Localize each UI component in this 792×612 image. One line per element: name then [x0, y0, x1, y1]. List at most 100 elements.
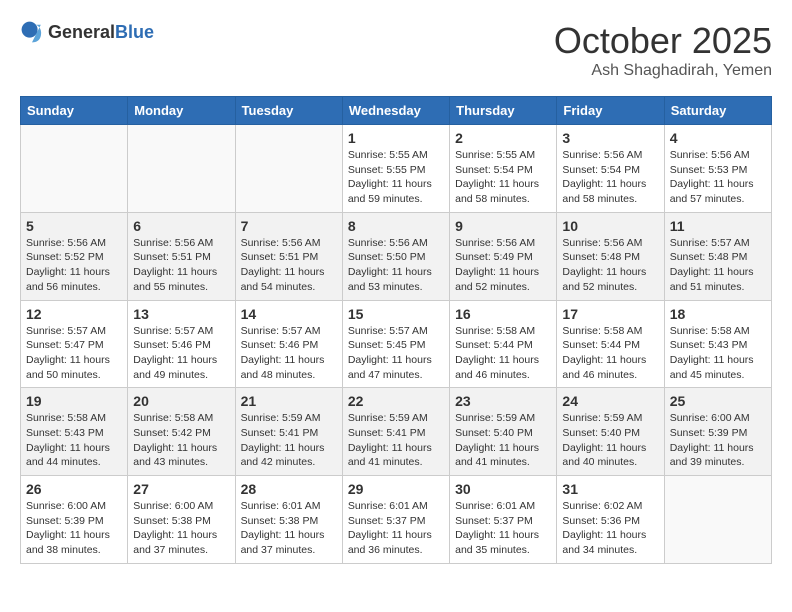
- day-info: Sunrise: 5:59 AM Sunset: 5:40 PM Dayligh…: [455, 411, 551, 470]
- day-number: 2: [455, 130, 551, 146]
- weekday-header: Monday: [128, 97, 235, 125]
- day-info: Sunrise: 5:59 AM Sunset: 5:41 PM Dayligh…: [348, 411, 444, 470]
- calendar-day-cell: 3Sunrise: 5:56 AM Sunset: 5:54 PM Daylig…: [557, 125, 664, 213]
- day-info: Sunrise: 5:57 AM Sunset: 5:48 PM Dayligh…: [670, 236, 766, 295]
- calendar-day-cell: 16 Sunrise: 5:58 AM Sunset: 5:44 PM Dayli…: [450, 300, 557, 388]
- day-info: Sunrise: 6:01 AM Sunset: 5:37 PM Dayligh…: [348, 499, 444, 558]
- calendar-day-cell: 8Sunrise: 5:56 AM Sunset: 5:50 PM Daylig…: [342, 212, 449, 300]
- day-info: Sunrise: 5:58 AM Sunset: 5:44 PM Dayligh…: [455, 324, 551, 383]
- month-title: October 2025: [554, 20, 772, 62]
- day-info: Sunrise: 5:56 AM Sunset: 5:49 PM Dayligh…: [455, 236, 551, 295]
- day-info: Sunrise: 5:56 AM Sunset: 5:51 PM Dayligh…: [241, 236, 337, 295]
- day-number: 10: [562, 218, 658, 234]
- calendar-week-row: 19 Sunrise: 5:58 AM Sunset: 5:43 PM Dayli…: [21, 388, 772, 476]
- calendar-day-cell: [21, 125, 128, 213]
- calendar-header-row: SundayMondayTuesdayWednesdayThursdayFrid…: [21, 97, 772, 125]
- calendar-day-cell: 10 Sunrise: 5:56 AM Sunset: 5:48 PM Dayli…: [557, 212, 664, 300]
- calendar-day-cell: 24Sunrise: 5:59 AM Sunset: 5:40 PM Dayli…: [557, 388, 664, 476]
- day-info: Sunrise: 6:02 AM Sunset: 5:36 PM Dayligh…: [562, 499, 658, 558]
- day-number: 17: [562, 306, 658, 322]
- calendar-day-cell: 29 Sunrise: 6:01 AM Sunset: 5:37 PM Dayli…: [342, 476, 449, 564]
- day-number: 12: [26, 306, 122, 322]
- calendar-day-cell: 12 Sunrise: 5:57 AM Sunset: 5:47 PM Dayli…: [21, 300, 128, 388]
- day-number: 25: [670, 393, 766, 409]
- day-number: 7: [241, 218, 337, 234]
- calendar-day-cell: 11 Sunrise: 5:57 AM Sunset: 5:48 PM Dayli…: [664, 212, 771, 300]
- weekday-header: Sunday: [21, 97, 128, 125]
- day-info: Sunrise: 6:01 AM Sunset: 5:37 PM Dayligh…: [455, 499, 551, 558]
- day-number: 31: [562, 481, 658, 497]
- day-number: 13: [133, 306, 229, 322]
- calendar-day-cell: 30 Sunrise: 6:01 AM Sunset: 5:37 PM Dayli…: [450, 476, 557, 564]
- calendar-day-cell: 28Sunrise: 6:01 AM Sunset: 5:38 PM Dayli…: [235, 476, 342, 564]
- day-number: 15: [348, 306, 444, 322]
- logo-icon: [20, 20, 44, 44]
- day-number: 11: [670, 218, 766, 234]
- day-info: Sunrise: 5:56 AM Sunset: 5:50 PM Dayligh…: [348, 236, 444, 295]
- calendar-day-cell: 9Sunrise: 5:56 AM Sunset: 5:49 PM Daylig…: [450, 212, 557, 300]
- calendar-day-cell: [235, 125, 342, 213]
- day-info: Sunrise: 5:56 AM Sunset: 5:51 PM Dayligh…: [133, 236, 229, 295]
- calendar-day-cell: 14 Sunrise: 5:57 AM Sunset: 5:46 PM Dayli…: [235, 300, 342, 388]
- calendar-week-row: 1 Sunrise: 5:55 AM Sunset: 5:55 PM Daylig…: [21, 125, 772, 213]
- day-info: Sunrise: 5:58 AM Sunset: 5:42 PM Dayligh…: [133, 411, 229, 470]
- calendar-day-cell: 27 Sunrise: 6:00 AM Sunset: 5:38 PM Dayli…: [128, 476, 235, 564]
- location-title: Ash Shaghadirah, Yemen: [554, 62, 772, 80]
- weekday-header: Saturday: [664, 97, 771, 125]
- day-number: 23: [455, 393, 551, 409]
- day-info: Sunrise: 5:57 AM Sunset: 5:45 PM Dayligh…: [348, 324, 444, 383]
- calendar-day-cell: 31 Sunrise: 6:02 AM Sunset: 5:36 PM Dayli…: [557, 476, 664, 564]
- calendar-week-row: 26Sunrise: 6:00 AM Sunset: 5:39 PM Dayli…: [21, 476, 772, 564]
- day-number: 27: [133, 481, 229, 497]
- logo-text-blue: Blue: [115, 22, 154, 42]
- day-number: 3: [562, 130, 658, 146]
- day-number: 14: [241, 306, 337, 322]
- calendar-week-row: 12 Sunrise: 5:57 AM Sunset: 5:47 PM Dayli…: [21, 300, 772, 388]
- calendar-day-cell: 4Sunrise: 5:56 AM Sunset: 5:53 PM Daylig…: [664, 125, 771, 213]
- calendar-day-cell: 21Sunrise: 5:59 AM Sunset: 5:41 PM Dayli…: [235, 388, 342, 476]
- day-number: 1: [348, 130, 444, 146]
- day-number: 5: [26, 218, 122, 234]
- day-info: Sunrise: 5:55 AM Sunset: 5:55 PM Dayligh…: [348, 148, 444, 207]
- calendar-day-cell: [664, 476, 771, 564]
- day-number: 20: [133, 393, 229, 409]
- weekday-header: Friday: [557, 97, 664, 125]
- calendar-day-cell: 1 Sunrise: 5:55 AM Sunset: 5:55 PM Daylig…: [342, 125, 449, 213]
- day-info: Sunrise: 6:01 AM Sunset: 5:38 PM Dayligh…: [241, 499, 337, 558]
- day-info: Sunrise: 5:57 AM Sunset: 5:47 PM Dayligh…: [26, 324, 122, 383]
- day-info: Sunrise: 5:56 AM Sunset: 5:52 PM Dayligh…: [26, 236, 122, 295]
- day-info: Sunrise: 5:56 AM Sunset: 5:48 PM Dayligh…: [562, 236, 658, 295]
- calendar-day-cell: 20 Sunrise: 5:58 AM Sunset: 5:42 PM Dayli…: [128, 388, 235, 476]
- title-block: October 2025 Ash Shaghadirah, Yemen: [554, 20, 772, 80]
- calendar-day-cell: 23 Sunrise: 5:59 AM Sunset: 5:40 PM Dayli…: [450, 388, 557, 476]
- day-number: 26: [26, 481, 122, 497]
- day-info: Sunrise: 5:59 AM Sunset: 5:41 PM Dayligh…: [241, 411, 337, 470]
- day-number: 29: [348, 481, 444, 497]
- calendar-day-cell: 18Sunrise: 5:58 AM Sunset: 5:43 PM Dayli…: [664, 300, 771, 388]
- calendar-day-cell: 6 Sunrise: 5:56 AM Sunset: 5:51 PM Daylig…: [128, 212, 235, 300]
- day-info: Sunrise: 5:55 AM Sunset: 5:54 PM Dayligh…: [455, 148, 551, 207]
- calendar-day-cell: 2 Sunrise: 5:55 AM Sunset: 5:54 PM Daylig…: [450, 125, 557, 213]
- day-info: Sunrise: 5:58 AM Sunset: 5:43 PM Dayligh…: [670, 324, 766, 383]
- day-info: Sunrise: 5:57 AM Sunset: 5:46 PM Dayligh…: [133, 324, 229, 383]
- day-info: Sunrise: 6:00 AM Sunset: 5:38 PM Dayligh…: [133, 499, 229, 558]
- day-number: 19: [26, 393, 122, 409]
- day-info: Sunrise: 5:58 AM Sunset: 5:44 PM Dayligh…: [562, 324, 658, 383]
- day-info: Sunrise: 5:57 AM Sunset: 5:46 PM Dayligh…: [241, 324, 337, 383]
- calendar-day-cell: 19 Sunrise: 5:58 AM Sunset: 5:43 PM Dayli…: [21, 388, 128, 476]
- weekday-header: Wednesday: [342, 97, 449, 125]
- calendar-day-cell: 26Sunrise: 6:00 AM Sunset: 5:39 PM Dayli…: [21, 476, 128, 564]
- calendar-day-cell: 25 Sunrise: 6:00 AM Sunset: 5:39 PM Dayli…: [664, 388, 771, 476]
- calendar-day-cell: 5 Sunrise: 5:56 AM Sunset: 5:52 PM Daylig…: [21, 212, 128, 300]
- day-info: Sunrise: 5:58 AM Sunset: 5:43 PM Dayligh…: [26, 411, 122, 470]
- day-number: 16: [455, 306, 551, 322]
- day-number: 24: [562, 393, 658, 409]
- calendar-day-cell: 22 Sunrise: 5:59 AM Sunset: 5:41 PM Dayli…: [342, 388, 449, 476]
- weekday-header: Thursday: [450, 97, 557, 125]
- calendar-day-cell: 7 Sunrise: 5:56 AM Sunset: 5:51 PM Daylig…: [235, 212, 342, 300]
- day-number: 22: [348, 393, 444, 409]
- day-info: Sunrise: 6:00 AM Sunset: 5:39 PM Dayligh…: [670, 411, 766, 470]
- calendar-day-cell: 17 Sunrise: 5:58 AM Sunset: 5:44 PM Dayli…: [557, 300, 664, 388]
- day-number: 6: [133, 218, 229, 234]
- day-number: 30: [455, 481, 551, 497]
